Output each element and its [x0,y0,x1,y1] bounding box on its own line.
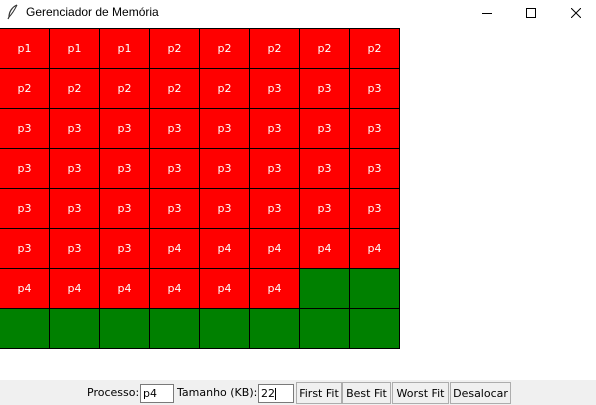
close-button[interactable] [553,0,596,25]
memory-block-allocated: p3 [50,189,100,229]
memory-block-allocated: p2 [100,69,150,109]
memory-block-allocated: p3 [300,109,350,149]
worst-fit-button[interactable]: Worst Fit [392,382,449,404]
memory-block-free [350,269,400,309]
memory-block-free [50,309,100,349]
memory-block-allocated: p3 [300,189,350,229]
memory-block-free [200,309,250,349]
maximize-icon [526,7,536,18]
memory-block-allocated: p1 [0,29,50,69]
memory-block-allocated: p4 [150,229,200,269]
memory-block-allocated: p2 [300,29,350,69]
memory-grid: p1 p1 p1 p2 p2 p2 p2 p2 p2 p2 p2 p2 p2 p3 p3 p3 p3 p3 p3 p3… [0,28,400,349]
memory-block-allocated: p3 [250,109,300,149]
memory-block-allocated: p4 [150,269,200,309]
memory-block-allocated: p3 [150,149,200,189]
minimize-icon [482,12,492,14]
memory-block-allocated: p1 [100,29,150,69]
process-input[interactable]: p4 [140,384,174,403]
window-title: Gerenciador de Memória [26,5,159,19]
memory-block-allocated: p2 [200,29,250,69]
memory-block-allocated: p3 [50,109,100,149]
feather-icon [6,4,20,20]
memory-block-allocated: p3 [350,109,400,149]
memory-block-allocated: p3 [50,149,100,189]
memory-block-allocated: p4 [0,269,50,309]
memory-block-allocated: p3 [100,229,150,269]
maximize-button[interactable] [508,0,554,25]
memory-block-allocated: p3 [200,149,250,189]
memory-block-allocated: p4 [250,269,300,309]
memory-block-allocated: p3 [0,149,50,189]
memory-block-allocated: p3 [250,149,300,189]
size-label: Tamanho (KB): [177,386,258,399]
memory-block-allocated: p3 [250,69,300,109]
memory-block-free [350,309,400,349]
memory-block-allocated: p3 [350,149,400,189]
memory-block-free [100,309,150,349]
memory-block-allocated: p3 [0,229,50,269]
memory-block-allocated: p3 [100,189,150,229]
memory-block-allocated: p3 [200,109,250,149]
memory-block-allocated: p2 [150,29,200,69]
memory-block-allocated: p3 [150,189,200,229]
memory-block-allocated: p4 [250,229,300,269]
memory-block-allocated: p4 [200,269,250,309]
memory-block-free [0,309,50,349]
memory-block-allocated: p2 [200,69,250,109]
memory-block-allocated: p3 [0,109,50,149]
memory-block-allocated: p3 [300,69,350,109]
memory-block-free [300,309,350,349]
process-input-value: p4 [143,387,157,400]
close-icon [571,7,581,18]
memory-block-allocated: p3 [0,189,50,229]
control-bar: Processo: p4 Tamanho (KB): 22 First Fit … [0,380,596,405]
memory-block-allocated: p3 [50,229,100,269]
memory-block-allocated: p4 [50,269,100,309]
memory-block-allocated: p1 [50,29,100,69]
memory-block-allocated: p2 [0,69,50,109]
memory-block-free [300,269,350,309]
memory-block-allocated: p3 [350,69,400,109]
size-input-value: 22 [261,387,275,400]
memory-block-allocated: p4 [200,229,250,269]
memory-block-free [250,309,300,349]
deallocate-button[interactable]: Desalocar [450,382,511,404]
best-fit-button[interactable]: Best Fit [342,382,391,404]
memory-block-allocated: p2 [350,29,400,69]
memory-block-allocated: p3 [250,189,300,229]
memory-block-allocated: p3 [200,189,250,229]
text-caret [275,388,276,400]
memory-block-free [150,309,200,349]
process-label: Processo: [87,386,140,399]
first-fit-button[interactable]: First Fit [296,382,342,404]
title-bar: Gerenciador de Memória [0,0,596,25]
memory-block-allocated: p3 [100,109,150,149]
memory-block-allocated: p4 [350,229,400,269]
memory-block-allocated: p3 [350,189,400,229]
memory-block-allocated: p3 [300,149,350,189]
memory-block-allocated: p3 [150,109,200,149]
minimize-button[interactable] [464,0,510,25]
memory-block-allocated: p2 [250,29,300,69]
memory-block-allocated: p4 [100,269,150,309]
memory-block-allocated: p2 [150,69,200,109]
memory-block-allocated: p4 [300,229,350,269]
memory-block-allocated: p2 [50,69,100,109]
memory-block-allocated: p3 [100,149,150,189]
size-input[interactable]: 22 [258,384,294,403]
